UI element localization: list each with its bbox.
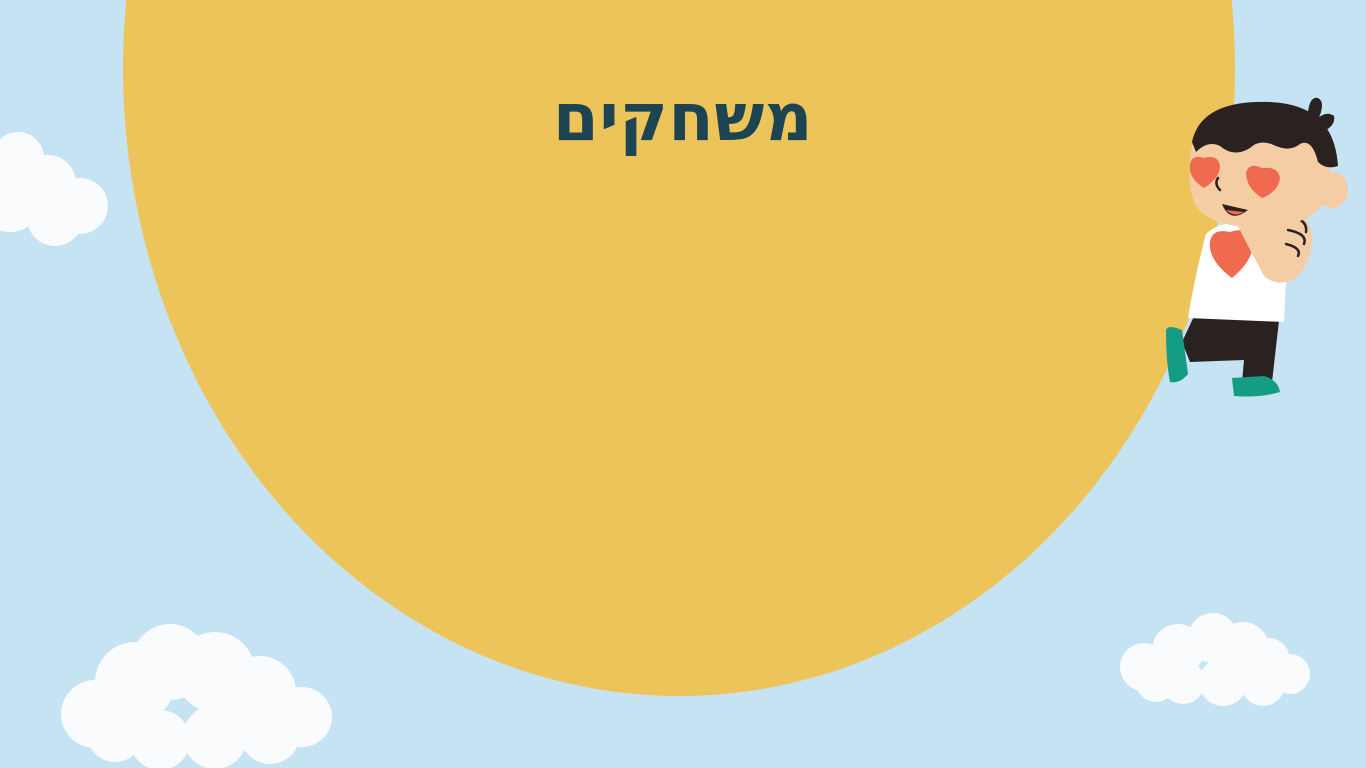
cloud-right-bottom-icon bbox=[1120, 613, 1310, 706]
cloud-left-bottom-icon bbox=[61, 624, 332, 768]
cloud-left-top-icon bbox=[0, 132, 108, 246]
slide: משחקים bbox=[0, 0, 1366, 768]
boy-heart-eyes-icon bbox=[1166, 97, 1348, 397]
